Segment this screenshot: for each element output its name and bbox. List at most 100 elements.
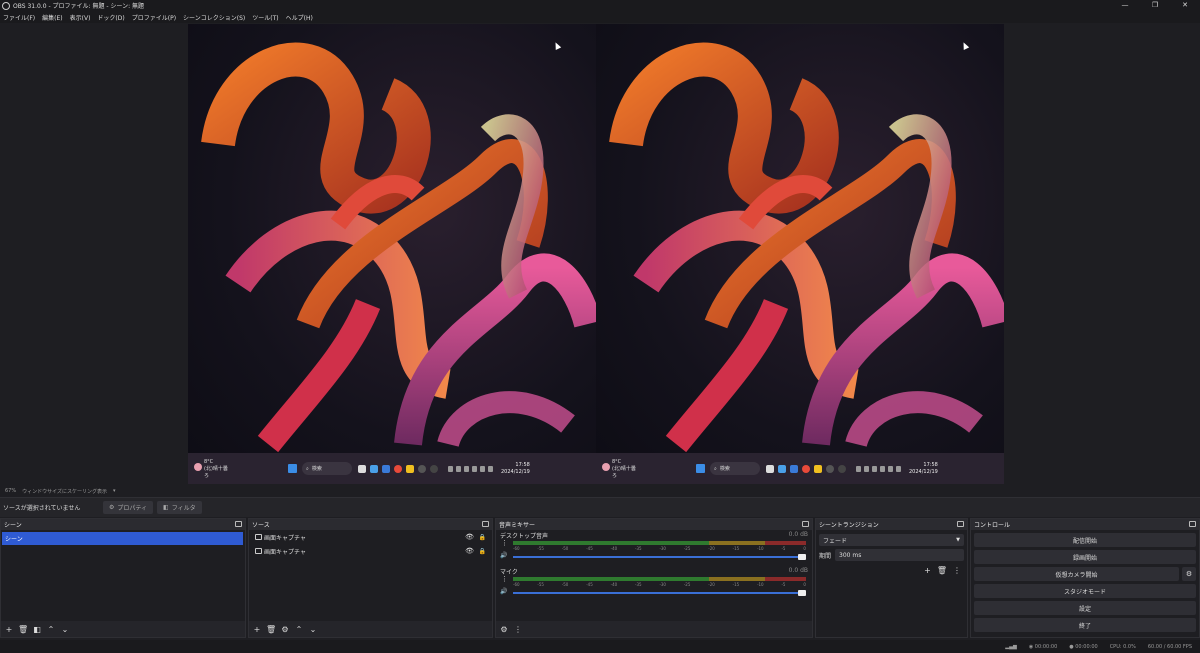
no-source-label: ソースが選択されていません [3, 505, 81, 512]
menu-docks[interactable]: ドック(D) [97, 13, 124, 22]
properties-button[interactable]: ⚙ プロパティ [103, 501, 154, 514]
trash-icon[interactable]: 🗑 [266, 625, 276, 634]
filters-button[interactable]: ◧ フィルタ [157, 501, 202, 514]
app-icon [382, 464, 390, 473]
start-streaming-button[interactable]: 配信開始 [974, 533, 1196, 547]
scene-transitions-dock: シーントランジション フェード ▼ 期間 300 ms + 🗑 ⋮ [815, 518, 968, 638]
lock-icon[interactable]: 🔒 [479, 548, 486, 555]
undock-icon[interactable] [482, 521, 489, 527]
menu-profile[interactable]: プロファイル(P) [132, 13, 176, 22]
speaker-icon[interactable]: 🔊 [500, 552, 507, 559]
source-name: 画面キャプチャ [264, 548, 306, 556]
taskbar-clock: 17:58 2024/12/19 [909, 462, 938, 476]
more-vertical-icon[interactable]: ⋮ [513, 625, 523, 634]
exit-button[interactable]: 終了 [974, 618, 1196, 632]
chevron-down-icon[interactable]: ⌄ [308, 625, 318, 634]
add-icon[interactable]: + [924, 566, 931, 575]
undock-icon[interactable] [1189, 521, 1196, 527]
filters-label: フィルタ [171, 505, 196, 512]
eye-icon[interactable]: 👁 [465, 547, 474, 555]
undock-icon[interactable] [802, 521, 809, 527]
meter-scale: -60 -55 -50 -45 -40 -35 -30 -25 -20 -15 -10 -5 0 [513, 546, 806, 551]
volume-slider[interactable] [513, 590, 806, 596]
speaker-icon[interactable]: 🔊 [500, 588, 507, 595]
slider-handle[interactable] [798, 590, 806, 596]
start-virtual-camera-button[interactable]: 仮想カメラ開始 [974, 567, 1179, 581]
source-list-item[interactable]: 画面キャプチャ 👁 🔒 [249, 544, 492, 558]
menu-edit[interactable]: 編集(E) [42, 13, 62, 22]
lock-icon[interactable]: 🔒 [479, 534, 486, 541]
chrome-icon [802, 464, 810, 473]
undock-icon[interactable] [235, 521, 242, 527]
trash-icon[interactable]: 🗑 [937, 566, 947, 575]
duration-spinbox[interactable]: 300 ms [835, 549, 964, 561]
app-icon [358, 464, 366, 473]
volume-slider[interactable] [513, 554, 806, 560]
cpu-usage: CPU: 0.0% [1109, 643, 1136, 650]
tray-icon [448, 465, 453, 472]
stream-timer: ◉ 00:00:00 [1028, 643, 1058, 650]
signal-icon: ▂▄▆ [1005, 643, 1017, 650]
dock-header: ソース [249, 519, 492, 530]
more-vertical-icon[interactable]: ⋮ [501, 539, 508, 547]
trash-icon[interactable]: 🗑 [18, 625, 28, 634]
scene-list-item[interactable]: シーン [2, 532, 243, 545]
tray-icon [896, 465, 901, 472]
scale-mode-dropdown[interactable]: ウィンドウサイズにスケーリング表示 [22, 488, 107, 495]
chevron-up-icon[interactable]: ⌃ [46, 625, 56, 634]
more-vertical-icon[interactable]: ⋮ [953, 566, 961, 575]
menu-scene-collection[interactable]: シーンコレクション(S) [183, 13, 245, 22]
taskbar: 8°C (北)晴十曇ろ ⌕ 検索 17:58 2024/12/19 [596, 453, 1004, 484]
tray-icon [880, 465, 885, 472]
settings-button[interactable]: 設定 [974, 601, 1196, 615]
menu-tools[interactable]: ツール(T) [252, 13, 278, 22]
studio-mode-button[interactable]: スタジオモード [974, 584, 1196, 598]
system-tray [856, 465, 901, 472]
source-list-item[interactable]: 画面キャプチャ 👁 🔒 [249, 530, 492, 544]
chevron-up-icon[interactable]: ⌃ [294, 625, 304, 634]
chevron-down-icon: ▼ [956, 537, 960, 543]
tray-icon [480, 465, 485, 472]
start-recording-button[interactable]: 録画開始 [974, 550, 1196, 564]
volume-meter [513, 577, 806, 581]
close-button[interactable]: ✕ [1170, 0, 1200, 11]
menu-file[interactable]: ファイル(F) [3, 13, 35, 22]
gear-icon[interactable]: ⚙ [499, 625, 509, 634]
taskbar-search-text: 検索 [311, 466, 322, 472]
add-icon[interactable]: + [4, 625, 14, 634]
duration-row: 期間 300 ms [819, 549, 964, 561]
tray-icon [856, 465, 861, 472]
filter-icon[interactable]: ◧ [32, 625, 42, 634]
windows-start-icon [696, 464, 705, 473]
dock-footer: + 🗑 ⚙ ⌃ ⌄ [249, 621, 492, 637]
more-vertical-icon[interactable]: ⋮ [501, 575, 508, 583]
transition-actions: + 🗑 ⋮ [924, 566, 961, 575]
taskbar-clock: 17:58 2024/12/19 [501, 462, 530, 476]
tray-icon [888, 465, 893, 472]
tray-icon [456, 465, 461, 472]
gear-icon[interactable]: ⚙ [1182, 567, 1196, 581]
undock-icon[interactable] [957, 521, 964, 527]
chevron-down-icon[interactable]: ▾ [113, 488, 116, 494]
preview-scale-bar: 67% ウィンドウサイズにスケーリング表示 ▾ [0, 486, 1200, 496]
window-title: OBS 31.0.0 - プロファイル: 無題 - シーン: 無題 [13, 3, 145, 10]
chevron-down-icon[interactable]: ⌄ [60, 625, 70, 634]
dock-header: シーントランジション [816, 519, 967, 530]
tray-icon [488, 465, 493, 472]
gear-icon[interactable]: ⚙ [280, 625, 290, 634]
eye-icon[interactable]: 👁 [465, 533, 474, 541]
clock-date: 2024/12/19 [501, 468, 530, 475]
menu-view[interactable]: 表示(V) [70, 13, 91, 22]
properties-label: プロパティ [117, 505, 148, 512]
obs-logo-icon [2, 1, 10, 10]
transition-select[interactable]: フェード ▼ [819, 534, 964, 546]
maximize-button[interactable]: ❐ [1140, 0, 1170, 11]
minimize-button[interactable]: — [1110, 0, 1140, 11]
menu-help[interactable]: ヘルプ(H) [286, 13, 313, 22]
add-icon[interactable]: + [252, 625, 262, 634]
app-icon [778, 464, 786, 473]
preview-canvas[interactable]: 8°C (北)晴十曇ろ ⌕ 検索 17:58 2024/12/19 8°C (北… [188, 24, 1004, 484]
taskbar-apps [766, 464, 846, 473]
slider-handle[interactable] [798, 554, 806, 560]
chrome-icon [394, 464, 402, 473]
